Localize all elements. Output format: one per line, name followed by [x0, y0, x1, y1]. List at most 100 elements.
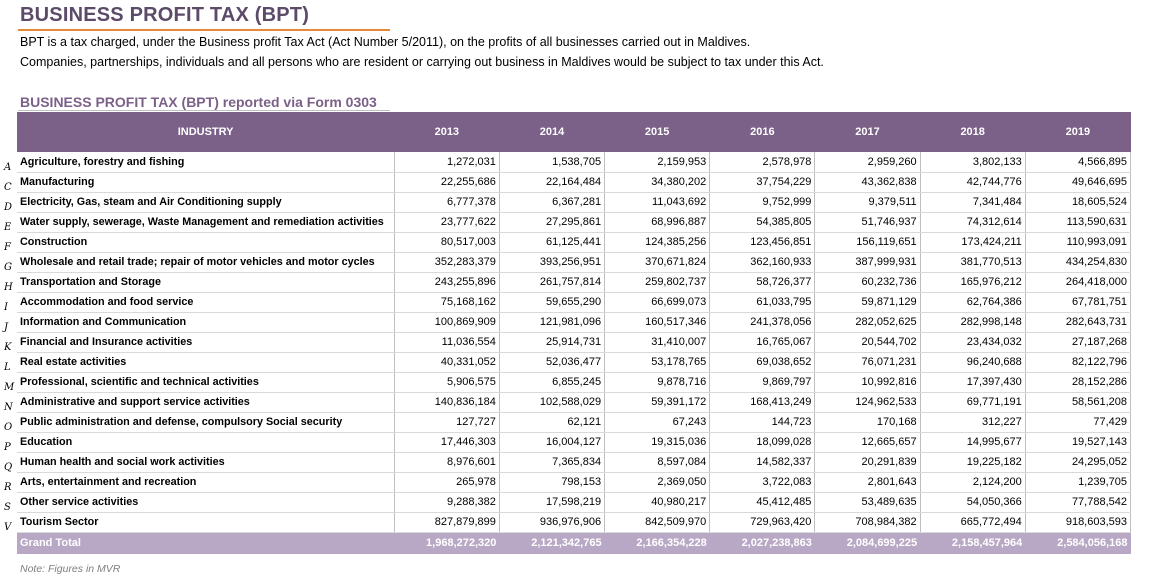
value-cell: 17,446,303	[394, 432, 500, 453]
value-cell: 918,603,593	[1025, 512, 1132, 533]
column-header-industry: INDUSTRY	[17, 112, 395, 152]
value-cell: 53,489,635	[814, 492, 921, 513]
value-cell: 9,869,797	[709, 372, 816, 393]
value-cell: 43,362,838	[814, 172, 921, 193]
value-cell: 20,291,839	[814, 452, 921, 473]
value-cell: 8,976,601	[394, 452, 500, 473]
column-header-year: 2013	[394, 112, 500, 152]
value-cell: 842,509,970	[604, 512, 711, 533]
value-cell: 124,962,533	[814, 392, 921, 413]
value-cell: 68,996,887	[604, 212, 711, 233]
value-cell: 69,038,652	[709, 352, 816, 373]
title-underline	[18, 29, 390, 31]
value-cell: 936,976,906	[499, 512, 606, 533]
industry-cell: Human health and social work activities	[17, 452, 395, 473]
value-cell: 51,746,937	[814, 212, 921, 233]
value-cell: 7,365,834	[499, 452, 606, 473]
value-cell: 9,379,511	[814, 192, 921, 213]
column-header-year: 2017	[814, 112, 921, 152]
table-title: BUSINESS PROFIT TAX (BPT) reported via F…	[20, 94, 377, 110]
value-cell: 45,412,485	[709, 492, 816, 513]
value-cell: 62,121	[499, 412, 606, 433]
industry-cell: Financial and Insurance activities	[17, 332, 395, 353]
value-cell: 96,240,688	[920, 352, 1026, 373]
value-cell: 59,391,172	[604, 392, 711, 413]
value-cell: 708,984,382	[814, 512, 921, 533]
value-cell: 2,801,643	[814, 472, 921, 493]
value-cell: 17,397,430	[920, 372, 1026, 393]
value-cell: 121,981,096	[499, 312, 606, 333]
value-cell: 1,538,705	[499, 152, 606, 173]
value-cell: 82,122,796	[1025, 352, 1132, 373]
value-cell: 67,243	[604, 412, 711, 433]
value-cell: 259,802,737	[604, 272, 711, 293]
industry-cell: Transportation and Storage	[17, 272, 395, 293]
value-cell: 77,429	[1025, 412, 1132, 433]
value-cell: 282,998,148	[920, 312, 1026, 333]
grand-total-value: 2,084,699,225	[814, 532, 921, 554]
description-line-1: BPT is a tax charged, under the Business…	[20, 35, 751, 49]
value-cell: 80,517,003	[394, 232, 500, 253]
industry-cell: Professional, scientific and technical a…	[17, 372, 395, 393]
value-cell: 23,434,032	[920, 332, 1026, 353]
value-cell: 40,980,217	[604, 492, 711, 513]
value-cell: 381,770,513	[920, 252, 1026, 273]
industry-cell: Real estate activities	[17, 352, 395, 373]
value-cell: 53,178,765	[604, 352, 711, 373]
table-row: Education 17,446,303 16,004,127 19,315,036 1…	[17, 432, 1132, 453]
column-header-year: 2019	[1025, 112, 1131, 152]
value-cell: 9,752,999	[709, 192, 816, 213]
industry-cell: Agriculture, forestry and fishing	[17, 152, 395, 173]
grand-total-value: 2,121,342,765	[499, 532, 605, 554]
value-cell: 156,119,651	[814, 232, 921, 253]
table-row: Financial and Insurance activities 11,036…	[17, 332, 1132, 353]
value-cell: 362,160,933	[709, 252, 816, 273]
grand-total-label: Grand Total	[17, 532, 395, 554]
value-cell: 8,597,084	[604, 452, 711, 473]
value-cell: 312,227	[920, 412, 1026, 433]
description-line-2: Companies, partnerships, individuals and…	[20, 55, 824, 69]
value-cell: 352,283,379	[394, 252, 500, 273]
grand-total-value: 2,027,238,863	[709, 532, 815, 554]
value-cell: 2,959,260	[814, 152, 921, 173]
value-cell: 16,004,127	[499, 432, 606, 453]
industry-cell: Manufacturing	[17, 172, 395, 193]
value-cell: 42,744,776	[920, 172, 1026, 193]
value-cell: 60,232,736	[814, 272, 921, 293]
value-cell: 6,777,378	[394, 192, 500, 213]
value-cell: 34,380,202	[604, 172, 711, 193]
value-cell: 6,367,281	[499, 192, 606, 213]
value-cell: 19,527,143	[1025, 432, 1132, 453]
value-cell: 18,605,524	[1025, 192, 1132, 213]
grand-total-value: 2,158,457,964	[920, 532, 1026, 554]
value-cell: 3,802,133	[920, 152, 1026, 173]
value-cell: 27,295,861	[499, 212, 606, 233]
industry-cell: Construction	[17, 232, 395, 253]
table-row: Administrative and support service activ…	[17, 392, 1132, 413]
industry-cell: Electricity, Gas, steam and Air Conditio…	[17, 192, 395, 213]
value-cell: 59,655,290	[499, 292, 606, 313]
value-cell: 1,272,031	[394, 152, 500, 173]
table-row: Transportation and Storage 243,255,896 261…	[17, 272, 1132, 293]
table-row: Electricity, Gas, steam and Air Conditio…	[17, 192, 1132, 213]
value-cell: 58,726,377	[709, 272, 816, 293]
value-cell: 173,424,211	[920, 232, 1026, 253]
value-cell: 665,772,494	[920, 512, 1026, 533]
value-cell: 23,777,622	[394, 212, 500, 233]
value-cell: 387,999,931	[814, 252, 921, 273]
value-cell: 2,369,050	[604, 472, 711, 493]
value-cell: 5,906,575	[394, 372, 500, 393]
value-cell: 100,869,909	[394, 312, 500, 333]
value-cell: 123,456,851	[709, 232, 816, 253]
value-cell: 74,312,614	[920, 212, 1026, 233]
value-cell: 54,050,366	[920, 492, 1026, 513]
value-cell: 265,978	[394, 472, 500, 493]
value-cell: 170,168	[814, 412, 921, 433]
value-cell: 31,410,007	[604, 332, 711, 353]
value-cell: 75,168,162	[394, 292, 500, 313]
value-cell: 27,187,268	[1025, 332, 1132, 353]
industry-cell: Education	[17, 432, 395, 453]
value-cell: 243,255,896	[394, 272, 500, 293]
value-cell: 77,788,542	[1025, 492, 1132, 513]
value-cell: 19,225,182	[920, 452, 1026, 473]
